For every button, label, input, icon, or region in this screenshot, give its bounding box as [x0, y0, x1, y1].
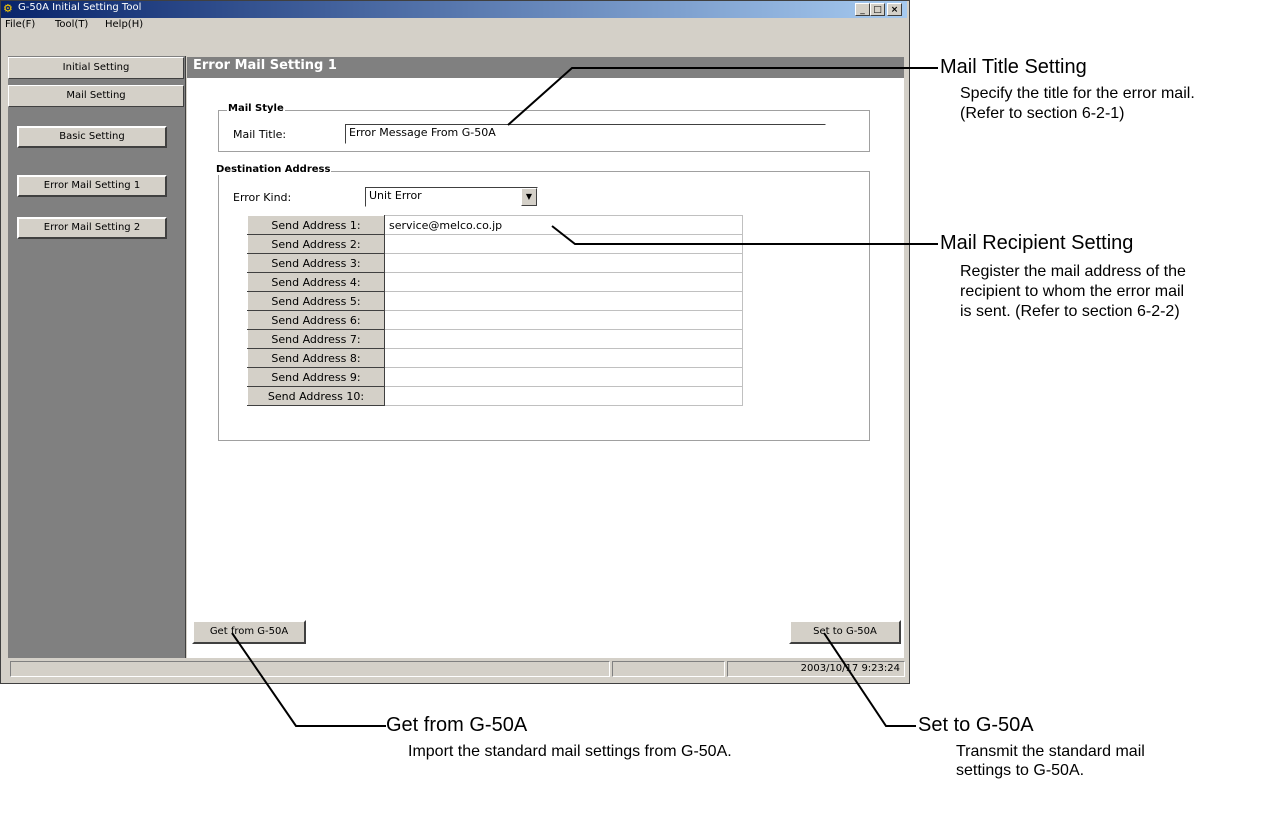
mail-recipient-callout-line — [551, 225, 938, 245]
get-from-annotation-line-1: Import the standard mail settings from G… — [408, 743, 732, 760]
set-to-callout-line — [823, 632, 916, 727]
mail-title-callout-line — [507, 67, 938, 126]
mail-recipient-annotation-title: Mail Recipient Setting — [940, 232, 1134, 254]
mail-title-annotation-title: Mail Title Setting — [940, 56, 1087, 78]
mail-title-annotation-line-2: (Refer to section 6-2-1) — [960, 105, 1125, 122]
set-to-annotation-title: Set to G-50A — [918, 714, 1034, 736]
get-from-callout-line — [231, 632, 386, 727]
set-to-annotation-line-1: Transmit the standard mail — [956, 743, 1145, 760]
mail-recipient-annotation-line-1: Register the mail address of the — [960, 263, 1186, 280]
get-from-annotation-title: Get from G-50A — [386, 714, 528, 736]
set-to-annotation-line-2: settings to G-50A. — [956, 762, 1085, 779]
mail-recipient-annotation-line-2: recipient to whom the error mail — [960, 283, 1185, 300]
mail-title-annotation-line-1: Specify the title for the error mail. — [960, 85, 1195, 102]
mail-recipient-annotation-line-3: is sent. (Refer to section 6-2-2) — [960, 303, 1180, 320]
